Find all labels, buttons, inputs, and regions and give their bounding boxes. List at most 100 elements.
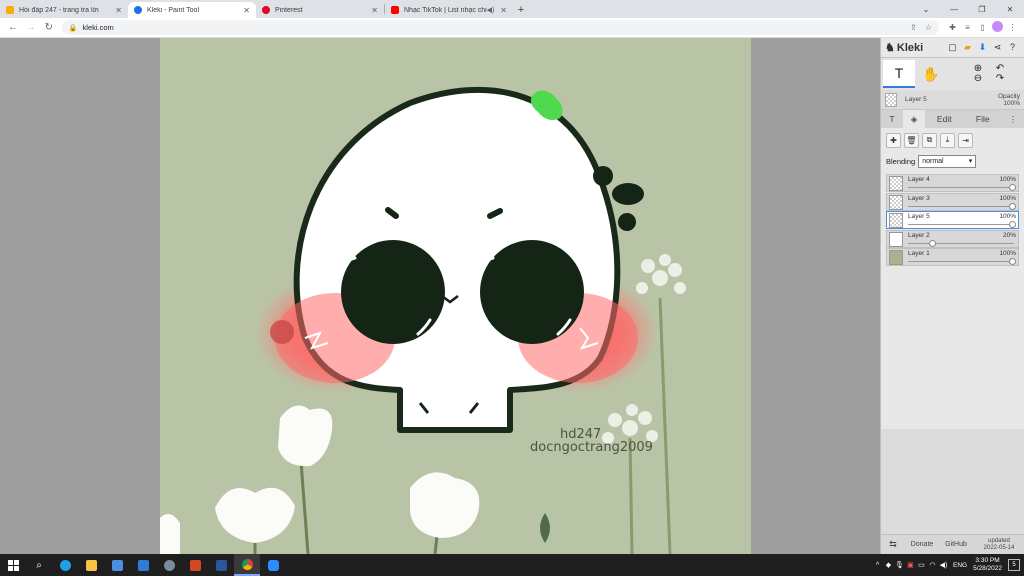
merge-layer-button[interactable]: ⤓ [940,132,955,148]
opacity-slider-knob[interactable] [1009,258,1016,265]
tab-edit[interactable]: Edit [925,110,964,128]
tab-close-icon[interactable]: ✕ [243,6,250,15]
tab-file[interactable]: File [964,110,1003,128]
open-folder-icon[interactable]: ▰ [960,42,975,53]
close-icon[interactable]: ✕ [996,0,1024,18]
opacity-slider[interactable] [908,224,1014,225]
redo-icon[interactable]: ↷ [996,74,1004,84]
powerpoint-icon[interactable] [182,554,208,576]
hand-tool-button[interactable]: ✋ [915,60,947,88]
layer-name: Layer 3 [908,194,930,202]
new-tab-button[interactable]: + [513,2,529,18]
opacity-slider[interactable] [908,187,1014,188]
profile-avatar[interactable] [990,21,1005,34]
dropbox-icon[interactable]: ◆ [883,561,894,569]
search-icon[interactable]: ⌕ [26,554,52,576]
layer-row-5[interactable]: Layer 5 100% [886,211,1019,229]
more-menu-icon[interactable]: ⋮ [1005,23,1020,32]
blending-select[interactable]: normal ▾ [918,154,977,168]
file-explorer-icon[interactable] [78,554,104,576]
layer-thumbnail [889,231,903,247]
chevron-down-icon: ▾ [968,158,973,165]
bookmark-star-icon[interactable]: ☆ [925,23,932,32]
side-panel-icon[interactable]: ▯ [975,23,990,32]
text-tool-button[interactable]: T [883,60,915,88]
drawing-canvas[interactable]: hd247 docngoctrang2009 [160,38,751,554]
download-icon[interactable]: ⬇ [975,42,990,53]
mail-icon[interactable] [130,554,156,576]
browser-toolbar: ← → ↻ 🔒 kleki.com ⇪ ☆ ✚ ≡ ▯ ⋮ [0,18,1024,38]
layer-row-4[interactable]: Layer 4 100% [886,174,1019,192]
chevron-down-icon[interactable]: ⌄ [912,0,940,18]
edge-icon[interactable] [52,554,78,576]
word-icon[interactable] [208,554,234,576]
lock-icon[interactable]: 🔒 [69,24,78,32]
new-image-icon[interactable]: ▢ [945,42,960,53]
windows-start-icon[interactable] [0,554,26,576]
minimize-icon[interactable]: — [940,0,968,18]
updated-date: 2022-05-14 [983,544,1015,551]
chevron-up-icon[interactable]: ^ [872,562,883,569]
restore-icon[interactable]: ❐ [968,0,996,18]
share-icon[interactable]: ⇪ [910,23,917,32]
delete-layer-button[interactable]: 🗑 [904,132,919,148]
tab-close-icon[interactable]: ✕ [115,6,122,15]
panel-header: ♞ Kleki ▢ ▰ ⬇ ⋖ ? [881,38,1024,58]
github-link[interactable]: GitHub [939,541,973,548]
chrome-icon[interactable] [234,554,260,576]
tab-close-icon[interactable]: ✕ [371,6,378,15]
browser-tab-hoidap[interactable]: Hỏi đáp 247 - trang tra lời ✕ [0,2,128,18]
zoom-app-icon[interactable] [260,554,286,576]
back-arrow-icon[interactable]: ← [4,19,22,37]
speaker-icon[interactable]: ◀) [487,6,495,14]
volume-icon[interactable]: ◀) [938,561,949,569]
browser-tab-tiktok[interactable]: Nhạc TikTok | List nhạc chill ◀) ✕ [385,2,513,18]
youtube-favicon-icon [391,6,399,14]
donate-link[interactable]: Donate [905,541,939,548]
playlist-icon[interactable]: ≡ [960,23,975,32]
tab-text-tool[interactable]: T [881,110,903,128]
address-bar[interactable]: 🔒 kleki.com ⇪ ☆ [61,20,939,35]
store-icon[interactable] [104,554,130,576]
microphone-icon[interactable]: 🎙 [894,561,905,569]
zoom-buttons: ⊕ ⊖ [967,60,989,88]
more-options-icon[interactable]: ⋮ [1002,110,1024,128]
rename-layer-button[interactable]: ⇥ [958,132,973,148]
layer-actions: ✚ 🗑 ⧉ ⤓ ⇥ [881,128,1024,152]
opacity-slider-knob[interactable] [1009,221,1016,228]
tab-layers[interactable]: ◈ [903,110,925,128]
opacity-slider-knob[interactable] [1009,184,1016,191]
updated-info[interactable]: updated 2022-05-14 [973,538,1024,552]
zoom-out-icon[interactable]: ⊖ [974,74,982,84]
layer-row-3[interactable]: Layer 3 100% [886,192,1019,211]
pdf-tray-icon[interactable]: ▣ [905,561,916,569]
opacity-slider[interactable] [908,261,1014,262]
wifi-icon[interactable]: ◠ [927,561,938,569]
opacity-slider-knob[interactable] [929,239,936,247]
duplicate-layer-button[interactable]: ⧉ [922,132,937,148]
help-icon[interactable]: ? [1005,42,1020,53]
taskbar-clock[interactable]: 3:30 PM 5/28/2022 [973,557,1002,573]
browser-tab-pinterest[interactable]: Pinterest ✕ [256,2,384,18]
reload-icon[interactable]: ↻ [40,19,58,37]
logo-text: Kleki [896,41,924,54]
kleki-side-panel: ♞ Kleki ▢ ▰ ⬇ ⋖ ? T ✋ ⊕ ⊖ ↶ ↷ Layer 5 Op… [880,38,1024,554]
opacity-slider[interactable] [908,205,1014,207]
browser-tab-kleki[interactable]: Kleki - Paint Tool ✕ [128,2,256,18]
camera-icon[interactable] [156,554,182,576]
opacity-slider-knob[interactable] [1009,202,1016,210]
extension-puzzle-icon[interactable]: ✚ [945,23,960,32]
forward-arrow-icon[interactable]: → [22,19,40,37]
language-indicator[interactable]: ENG [953,562,967,569]
share-icon[interactable]: ⋖ [990,42,1005,53]
battery-icon[interactable]: ▭ [916,561,927,569]
notification-icon[interactable]: 5 [1008,559,1020,571]
add-layer-button[interactable]: ✚ [886,132,901,148]
tab-close-icon[interactable]: ✕ [500,6,507,15]
opacity-value: 100% [1003,99,1020,107]
swap-side-icon[interactable]: ⇆ [881,539,905,550]
opacity-slider[interactable] [908,242,1014,244]
layer-row-1[interactable]: Layer 1 100% [886,248,1019,266]
layer-row-2[interactable]: Layer 2 20% [886,229,1019,248]
windows-taskbar: ⌕ ^ ◆ 🎙 ▣ ▭ ◠ ◀) ENG 3:30 PM 5/28/2022 5 [0,554,1024,576]
